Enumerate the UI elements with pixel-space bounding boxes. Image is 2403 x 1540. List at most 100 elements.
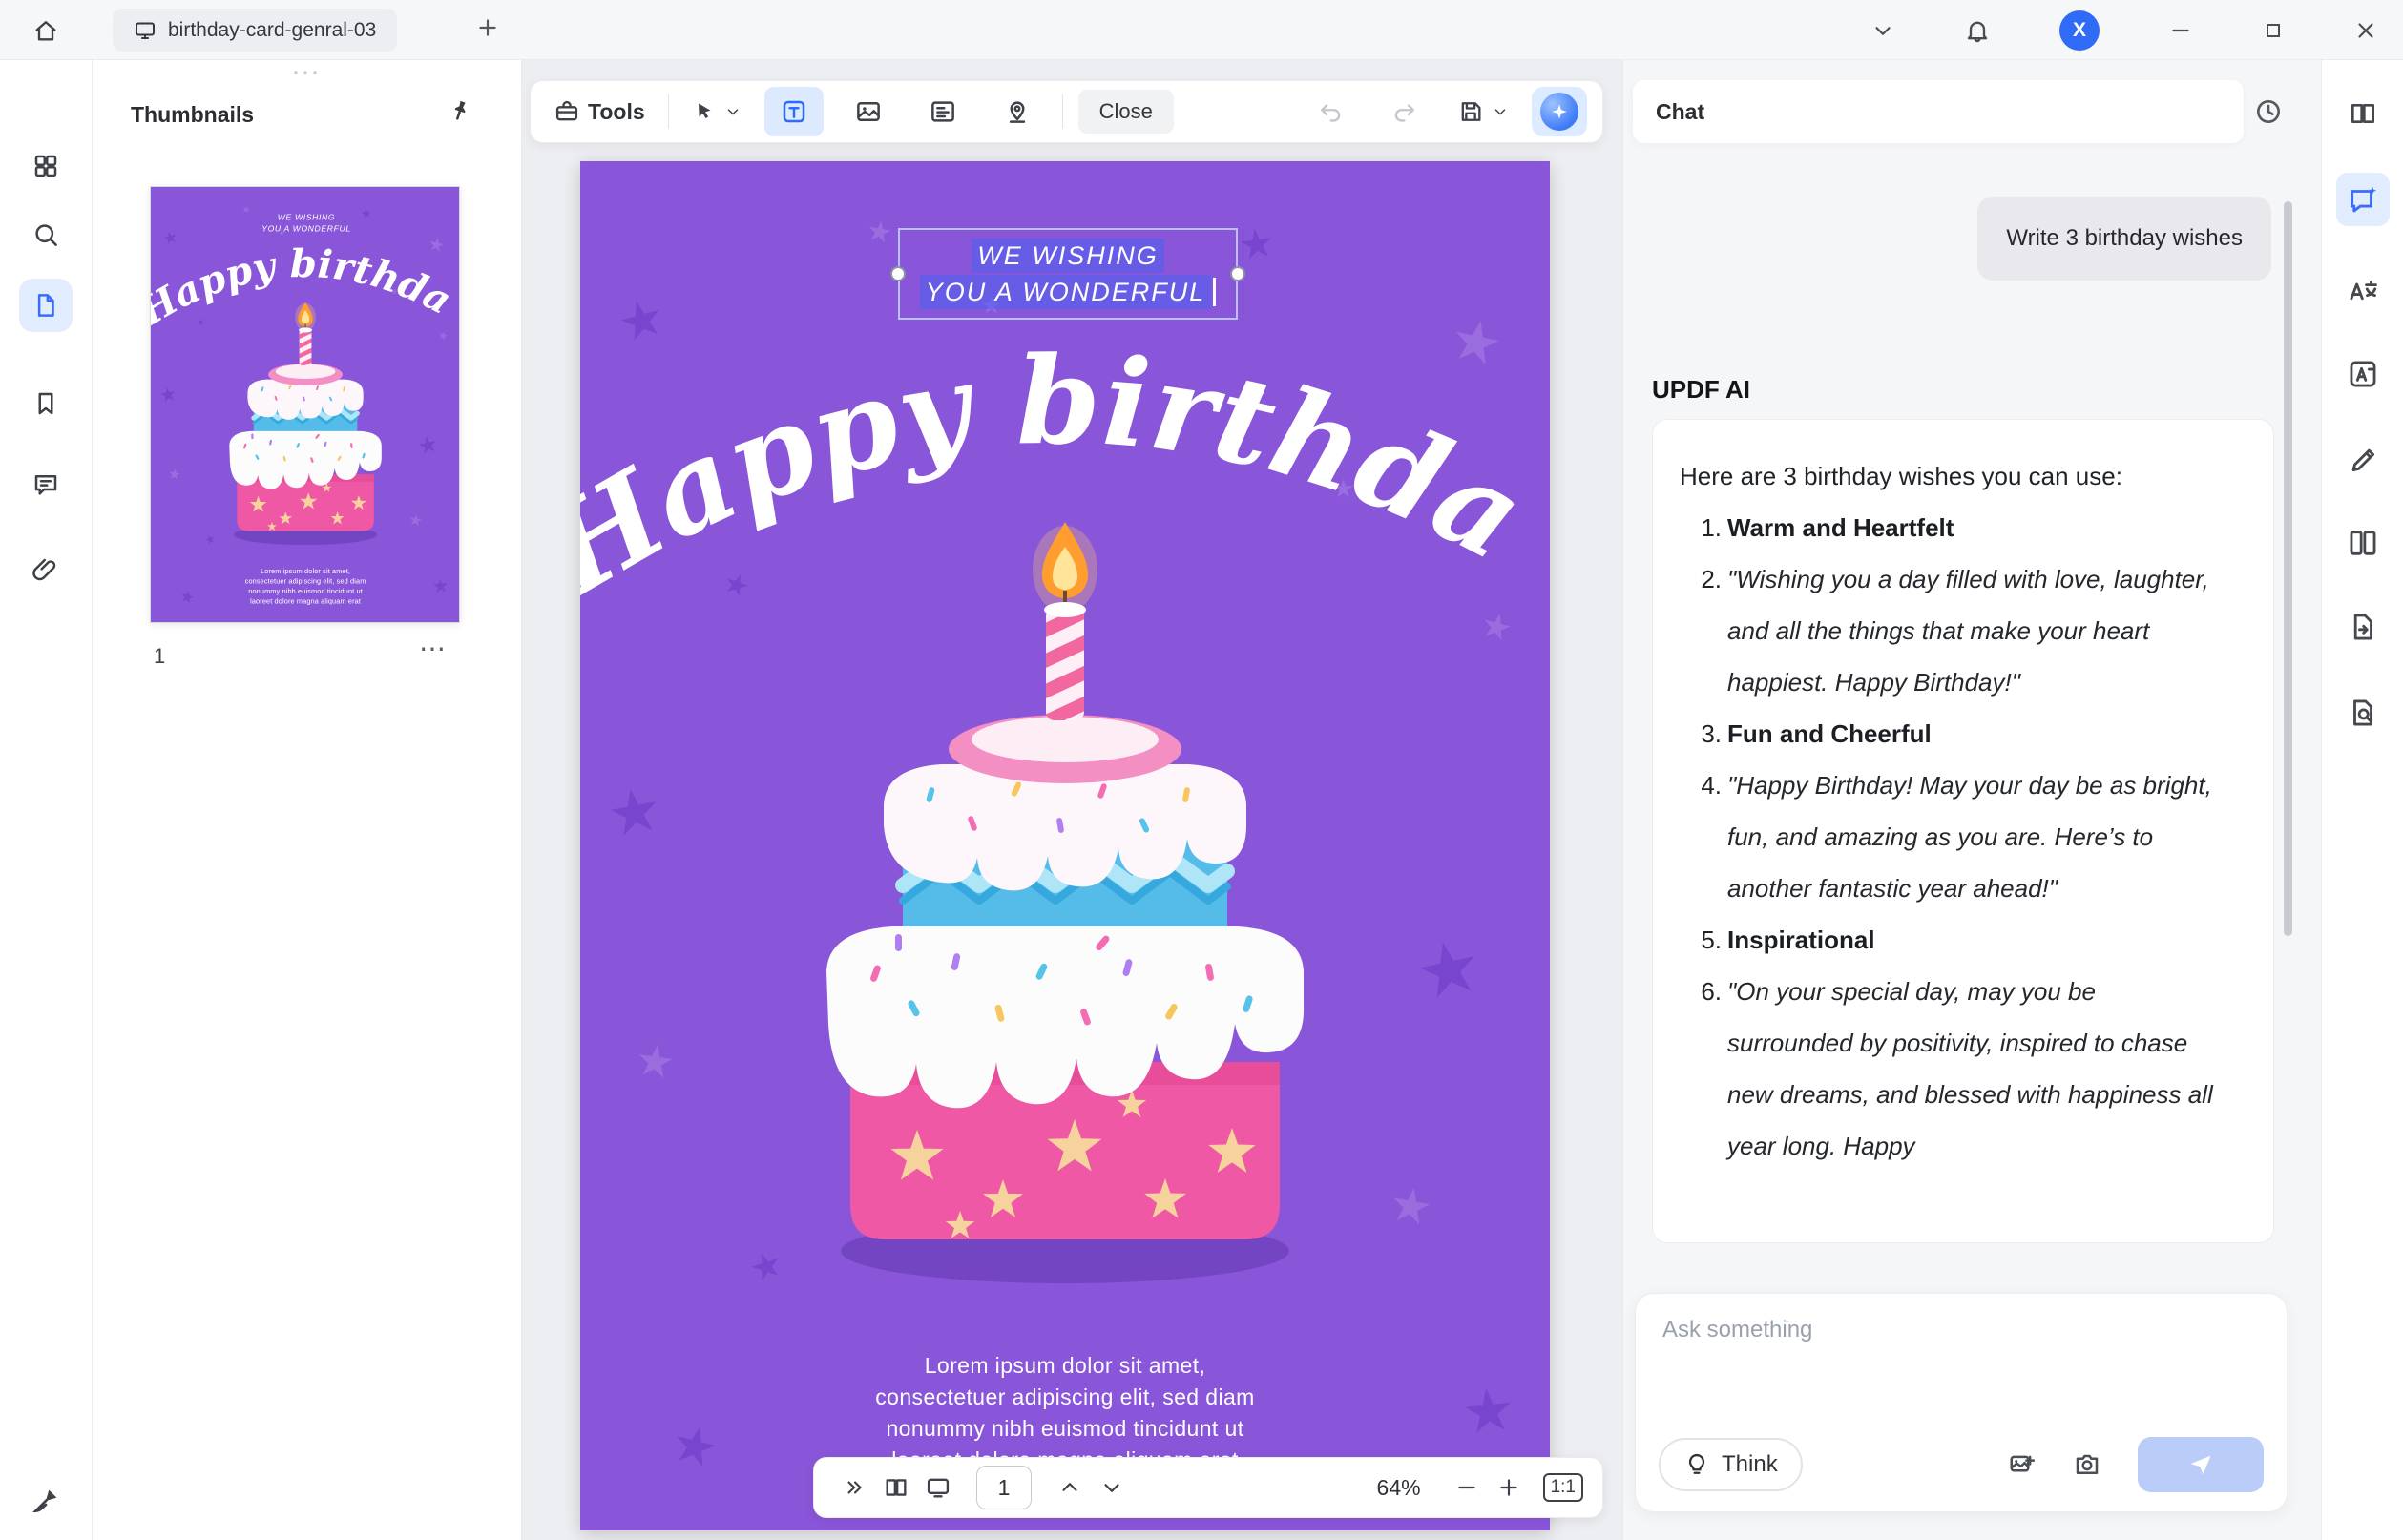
ai-chat-button[interactable] [2336,173,2390,226]
page-number-input[interactable] [976,1466,1032,1509]
home-button[interactable] [27,11,65,50]
text-tool-button[interactable] [764,87,824,136]
text-caret [1213,278,1216,306]
chat-scrollbar[interactable] [2284,201,2292,936]
card-body-line: Lorem ipsum dolor sit amet, [580,1350,1550,1382]
card-main-area: ★ ★ ★ ★ ★ ★ ★ ★ ★ ★ ★ ★ ★ ★ ★ WE WISHING… [580,161,1550,1530]
card-body-line: consectetuer adipiscing elit, sed diam [151,576,460,587]
card-body-line: nonummy nibh euismod tincidunt ut [151,587,460,597]
form-tool-button[interactable] [913,87,972,136]
list-item: 6."On your special day, may you be surro… [1680,966,2246,1172]
chat-input-card: Think [1635,1293,2288,1512]
star-decoration: ★ [602,778,667,847]
undo-button[interactable] [1301,87,1360,136]
chat-history-icon[interactable] [2253,96,2284,127]
star-decoration: ★ [407,511,424,529]
card-top-text-line1[interactable]: WE WISHING [972,239,1164,273]
apps-grid-button[interactable] [19,139,73,193]
list-item: 2."Wishing you a day filled with love, l… [1680,553,2246,708]
think-label: Think [1722,1451,1778,1478]
file-translate-button[interactable] [2336,600,2390,654]
screenshot-icon[interactable] [2073,1450,2101,1479]
send-button[interactable] [2138,1437,2264,1492]
thumbnails-panel-title: Thumbnails [131,102,254,128]
window-minimize-button[interactable] [2168,18,2193,43]
select-tool-button[interactable] [684,87,749,136]
collapse-bar-icon[interactable] [833,1465,875,1510]
side-by-side-button[interactable] [2336,516,2390,570]
ai-notes-button[interactable] [2336,433,2390,487]
selected-text-box[interactable]: WE WISHING YOU A WONDERFUL [252,208,361,238]
annotations-button[interactable] [19,458,73,511]
page-thumbnail[interactable]: ★ ★ ★ ★ ★ ★ ★ ★ ★ ★ ★ ★ ★ ★ ★ WE WISHING… [150,186,460,623]
star-decoration: ★ [613,290,671,352]
card-body-line: laoreet dolore magna aliquam erat [151,596,460,607]
right-sidebar [2321,60,2403,1540]
cake-illustration [208,292,403,551]
signature-pen-button[interactable] [19,1474,73,1528]
thumbnail-more-options-icon[interactable]: ⋯ [419,633,448,664]
new-tab-button[interactable] [475,15,500,40]
card-top-text-line1[interactable]: WE WISHING [276,212,337,222]
monitor-icon [134,19,157,42]
two-page-view-icon[interactable] [875,1465,917,1510]
ai-assistant-button[interactable] [1532,87,1587,136]
zoom-out-button[interactable] [1446,1465,1488,1510]
next-page-button[interactable] [1091,1465,1133,1510]
ai-search-button[interactable] [2336,686,2390,739]
star-decoration: ★ [241,204,251,215]
save-button[interactable] [1450,87,1516,136]
file-translate-icon [2347,611,2379,643]
list-item: 5.Inspirational [1680,914,2246,966]
zoom-in-button[interactable] [1488,1465,1530,1510]
notifications-bell-icon[interactable] [1964,17,1991,44]
bookmarks-button[interactable] [19,377,73,430]
stamp-tool-button[interactable] [988,87,1047,136]
card-body-line: consectetuer adipiscing elit, sed diam [580,1382,1550,1413]
document-tab-title: birthday-card-genral-03 [168,19,376,42]
reader-mode-icon[interactable] [917,1465,959,1510]
chevron-down-icon[interactable] [1870,18,1895,43]
star-decoration: ★ [1236,222,1277,267]
pin-panel-icon[interactable] [445,95,476,127]
zoom-level[interactable]: 64% [1377,1475,1421,1501]
list-item: 1.Warm and Heartfelt [1680,502,2246,553]
reader-panel-button[interactable] [2336,87,2390,140]
think-toggle-button[interactable]: Think [1659,1438,1803,1491]
attach-image-icon[interactable] [2008,1450,2037,1479]
selection-handle-right[interactable] [1230,266,1245,281]
thumbnails-panel-button[interactable] [19,279,73,332]
close-button[interactable]: Close [1078,90,1174,134]
translate-button[interactable] [2336,264,2390,318]
tools-button[interactable]: Tools [546,87,653,136]
side-by-side-icon [2347,527,2379,559]
panel-drag-handle-icon[interactable]: ⋯ [291,56,323,90]
card-top-text-line2[interactable]: YOU A WONDERFUL [260,223,352,234]
selection-handle-left[interactable] [890,266,906,281]
selected-text-box[interactable]: WE WISHING YOU A WONDERFUL [898,228,1238,320]
redo-button[interactable] [1375,87,1434,136]
birthday-card-page[interactable]: ★ ★ ★ ★ ★ ★ ★ ★ ★ ★ ★ ★ ★ ★ ★ WE WISHING… [151,187,460,623]
birthday-card-page[interactable]: ★ ★ ★ ★ ★ ★ ★ ★ ★ ★ ★ ★ ★ ★ ★ WE WISHING… [580,161,1550,1530]
search-button[interactable] [19,208,73,261]
image-tool-button[interactable] [839,87,898,136]
document-canvas: ★ ★ ★ ★ ★ ★ ★ ★ ★ ★ ★ ★ ★ ★ ★ WE WISHING… [522,60,1622,1540]
window-maximize-button[interactable] [2262,19,2285,42]
ai-chat-panel: Chat Write 3 birthday wishes UPDF AI Her… [1622,60,2321,1540]
actual-size-button[interactable]: 1:1 [1543,1473,1583,1502]
window-close-button[interactable] [2353,18,2378,43]
user-avatar[interactable]: X [2059,10,2100,51]
card-body-line: nonummy nibh euismod tincidunt ut [580,1413,1550,1445]
save-icon [1457,98,1484,125]
card-top-text-line2[interactable]: YOU A WONDERFUL [920,275,1212,309]
previous-page-button[interactable] [1049,1465,1091,1510]
response-intro: Here are 3 birthday wishes you can use: [1680,450,2246,502]
chat-header: Chat [1633,80,2244,143]
chat-input[interactable] [1662,1317,2235,1343]
attachments-button[interactable] [19,543,73,596]
text-translate-button[interactable] [2336,347,2390,401]
think-icon [1683,1451,1710,1478]
card-body-text[interactable]: Lorem ipsum dolor sit amet, consectetuer… [151,566,460,606]
document-tab[interactable]: birthday-card-genral-03 [113,9,397,52]
star-decoration: ★ [427,234,447,255]
